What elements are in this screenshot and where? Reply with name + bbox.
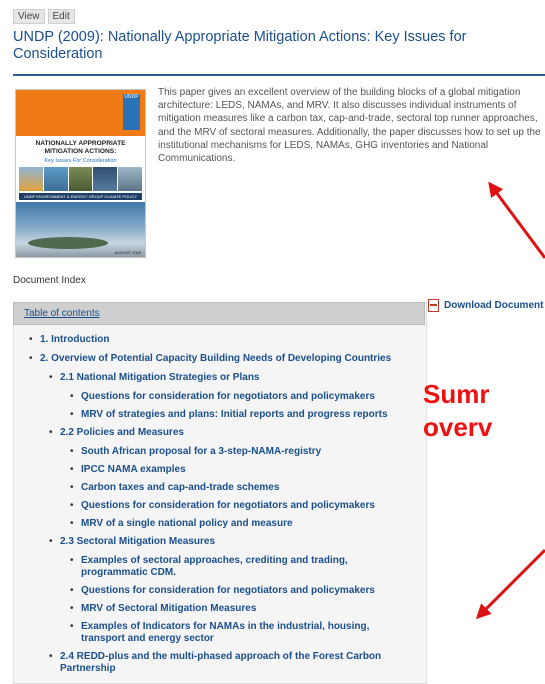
annotation-arrows [475,181,545,620]
arrow-to-summary [488,181,545,259]
arrow-to-toc [475,548,545,620]
